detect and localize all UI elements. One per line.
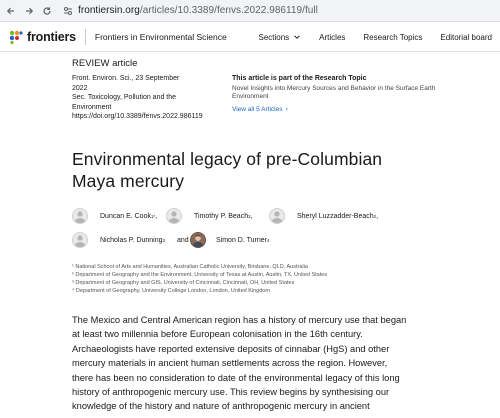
citation-year: 2022 — [72, 84, 88, 92]
abstract: The Mexico and Central American region h… — [72, 313, 444, 414]
article-meta: Front. Environ. Sci., 23 September 2022 … — [72, 74, 222, 122]
article-title: Environmental legacy of pre-Columbian Ma… — [72, 148, 452, 192]
avatar-placeholder-icon — [72, 208, 88, 224]
browser-toolbar: frontiersin.org/articles/10.3389/fenvs.2… — [0, 0, 500, 22]
author-item[interactable]: Duncan E. Cook 1*, — [72, 208, 157, 224]
abstract-line: The Mexico and Central American region h… — [72, 315, 407, 325]
author-item[interactable]: Simon D. Turner 4 — [190, 232, 269, 248]
nav-research-topics-link[interactable]: Research Topics — [363, 33, 422, 42]
author-name: Sheryl Luzzadder-Beach — [297, 212, 374, 220]
author-name: Duncan E. Cook — [100, 212, 151, 220]
frontiers-logo-icon — [9, 30, 23, 44]
avatar-placeholder-icon — [72, 232, 88, 248]
author-separator: , — [155, 212, 158, 220]
research-topic-heading: This article is part of the Research Top… — [232, 75, 367, 82]
chevron-down-icon — [294, 35, 301, 39]
article-title-line: Maya mercury — [72, 171, 185, 191]
citation-line: Front. Environ. Sci., 23 September — [72, 75, 180, 82]
nav-sections-label: Sections — [258, 32, 290, 42]
author-conjunction: and — [177, 237, 189, 244]
abstract-line: knowledge of the history and nature of a… — [72, 401, 370, 412]
header-nav: Sections Articles Research Topics Editor… — [258, 22, 492, 52]
affiliation-item: ¹ National School of Arts and Humanities… — [72, 264, 308, 270]
section-line[interactable]: Sec. Toxicology, Pollution and the — [72, 93, 222, 103]
abstract-line: Archaeologists have reported extensive d… — [72, 343, 390, 354]
abstract-line: at least two millennia before European c… — [72, 329, 363, 340]
author-affiliation-mark: 4 — [266, 237, 270, 243]
affiliation-item: ⁴ Department of Geography, University Co… — [72, 288, 270, 294]
author-item[interactable]: Sheryl Luzzadder-Beach 2, — [269, 208, 378, 224]
nav-articles-link[interactable]: Articles — [319, 33, 345, 42]
author-name: Simon D. Turner — [216, 236, 267, 244]
nav-editorial-board-link[interactable]: Editorial board — [440, 33, 492, 42]
nav-sections-dropdown[interactable]: Sections — [258, 33, 301, 42]
affiliation-item: ³ Department of Geography and GIS, Unive… — [72, 280, 295, 286]
abstract-line: there has been no consideration to date … — [72, 372, 400, 383]
url-path: /articles/10.3389/fenvs.2022.986119/full — [139, 5, 318, 16]
doi-link[interactable]: https://doi.org/10.3389/fenvs.2022.98611… — [72, 112, 222, 122]
author-photo-avatar — [190, 232, 206, 248]
research-topic-box: This article is part of the Research Top… — [232, 74, 462, 113]
author-item[interactable]: Timothy P. Beach 2, — [166, 208, 253, 224]
nav-articles-label: Articles — [319, 32, 346, 42]
author-affiliation-mark: 3 — [162, 237, 166, 243]
forward-arrow-icon[interactable] — [20, 2, 38, 20]
section-line-continued[interactable]: Environment — [72, 103, 222, 113]
url-text[interactable]: frontiersin.org/articles/10.3389/fenvs.2… — [78, 5, 318, 16]
author-separator: , — [376, 212, 379, 220]
author-item[interactable]: Nicholas P. Dunning 3 — [72, 232, 165, 248]
research-topic-name[interactable]: Novel Insights into Mercury Sources and … — [232, 85, 442, 102]
affiliation-item: ² Department of Geography and the Enviro… — [72, 272, 328, 278]
nav-research-topics-label: Research Topics — [363, 32, 423, 42]
abstract-line: history of anthropogenic mercury use. Th… — [72, 387, 390, 398]
view-all-articles-label: View all 5 Articles — [232, 105, 283, 113]
site-header: frontiers Frontiers in Environmental Sci… — [0, 22, 500, 52]
header-divider — [84, 28, 86, 45]
url-host: frontiersin.org — [78, 5, 140, 16]
affiliation-list: ¹ National School of Arts and Humanities… — [72, 263, 327, 295]
author-name: Nicholas P. Dunning — [100, 236, 163, 244]
journal-name-link[interactable]: Frontiers in Environmental Science — [95, 32, 227, 42]
author-separator: , — [250, 212, 253, 220]
abstract-line: mercury materials in ancient human settl… — [72, 358, 388, 369]
site-info-icon[interactable] — [62, 5, 74, 17]
avatar-placeholder-icon — [269, 208, 285, 224]
author-name: Timothy P. Beach — [194, 212, 249, 220]
view-all-articles-link[interactable]: View all 5 Articles › — [232, 106, 462, 113]
nav-editorial-board-label: Editorial board — [440, 32, 492, 42]
avatar-placeholder-icon — [166, 208, 182, 224]
reload-icon[interactable] — [38, 2, 56, 20]
article-type: REVIEW article — [72, 58, 138, 69]
chevron-right-icon: › — [285, 105, 288, 113]
article-title-line: Environmental legacy of pre-Columbian — [72, 149, 383, 169]
back-arrow-icon[interactable] — [2, 2, 20, 20]
logo-text: frontiers — [27, 29, 76, 44]
address-bar[interactable]: frontiersin.org/articles/10.3389/fenvs.2… — [62, 2, 318, 20]
frontiers-logo[interactable]: frontiers — [8, 22, 76, 52]
